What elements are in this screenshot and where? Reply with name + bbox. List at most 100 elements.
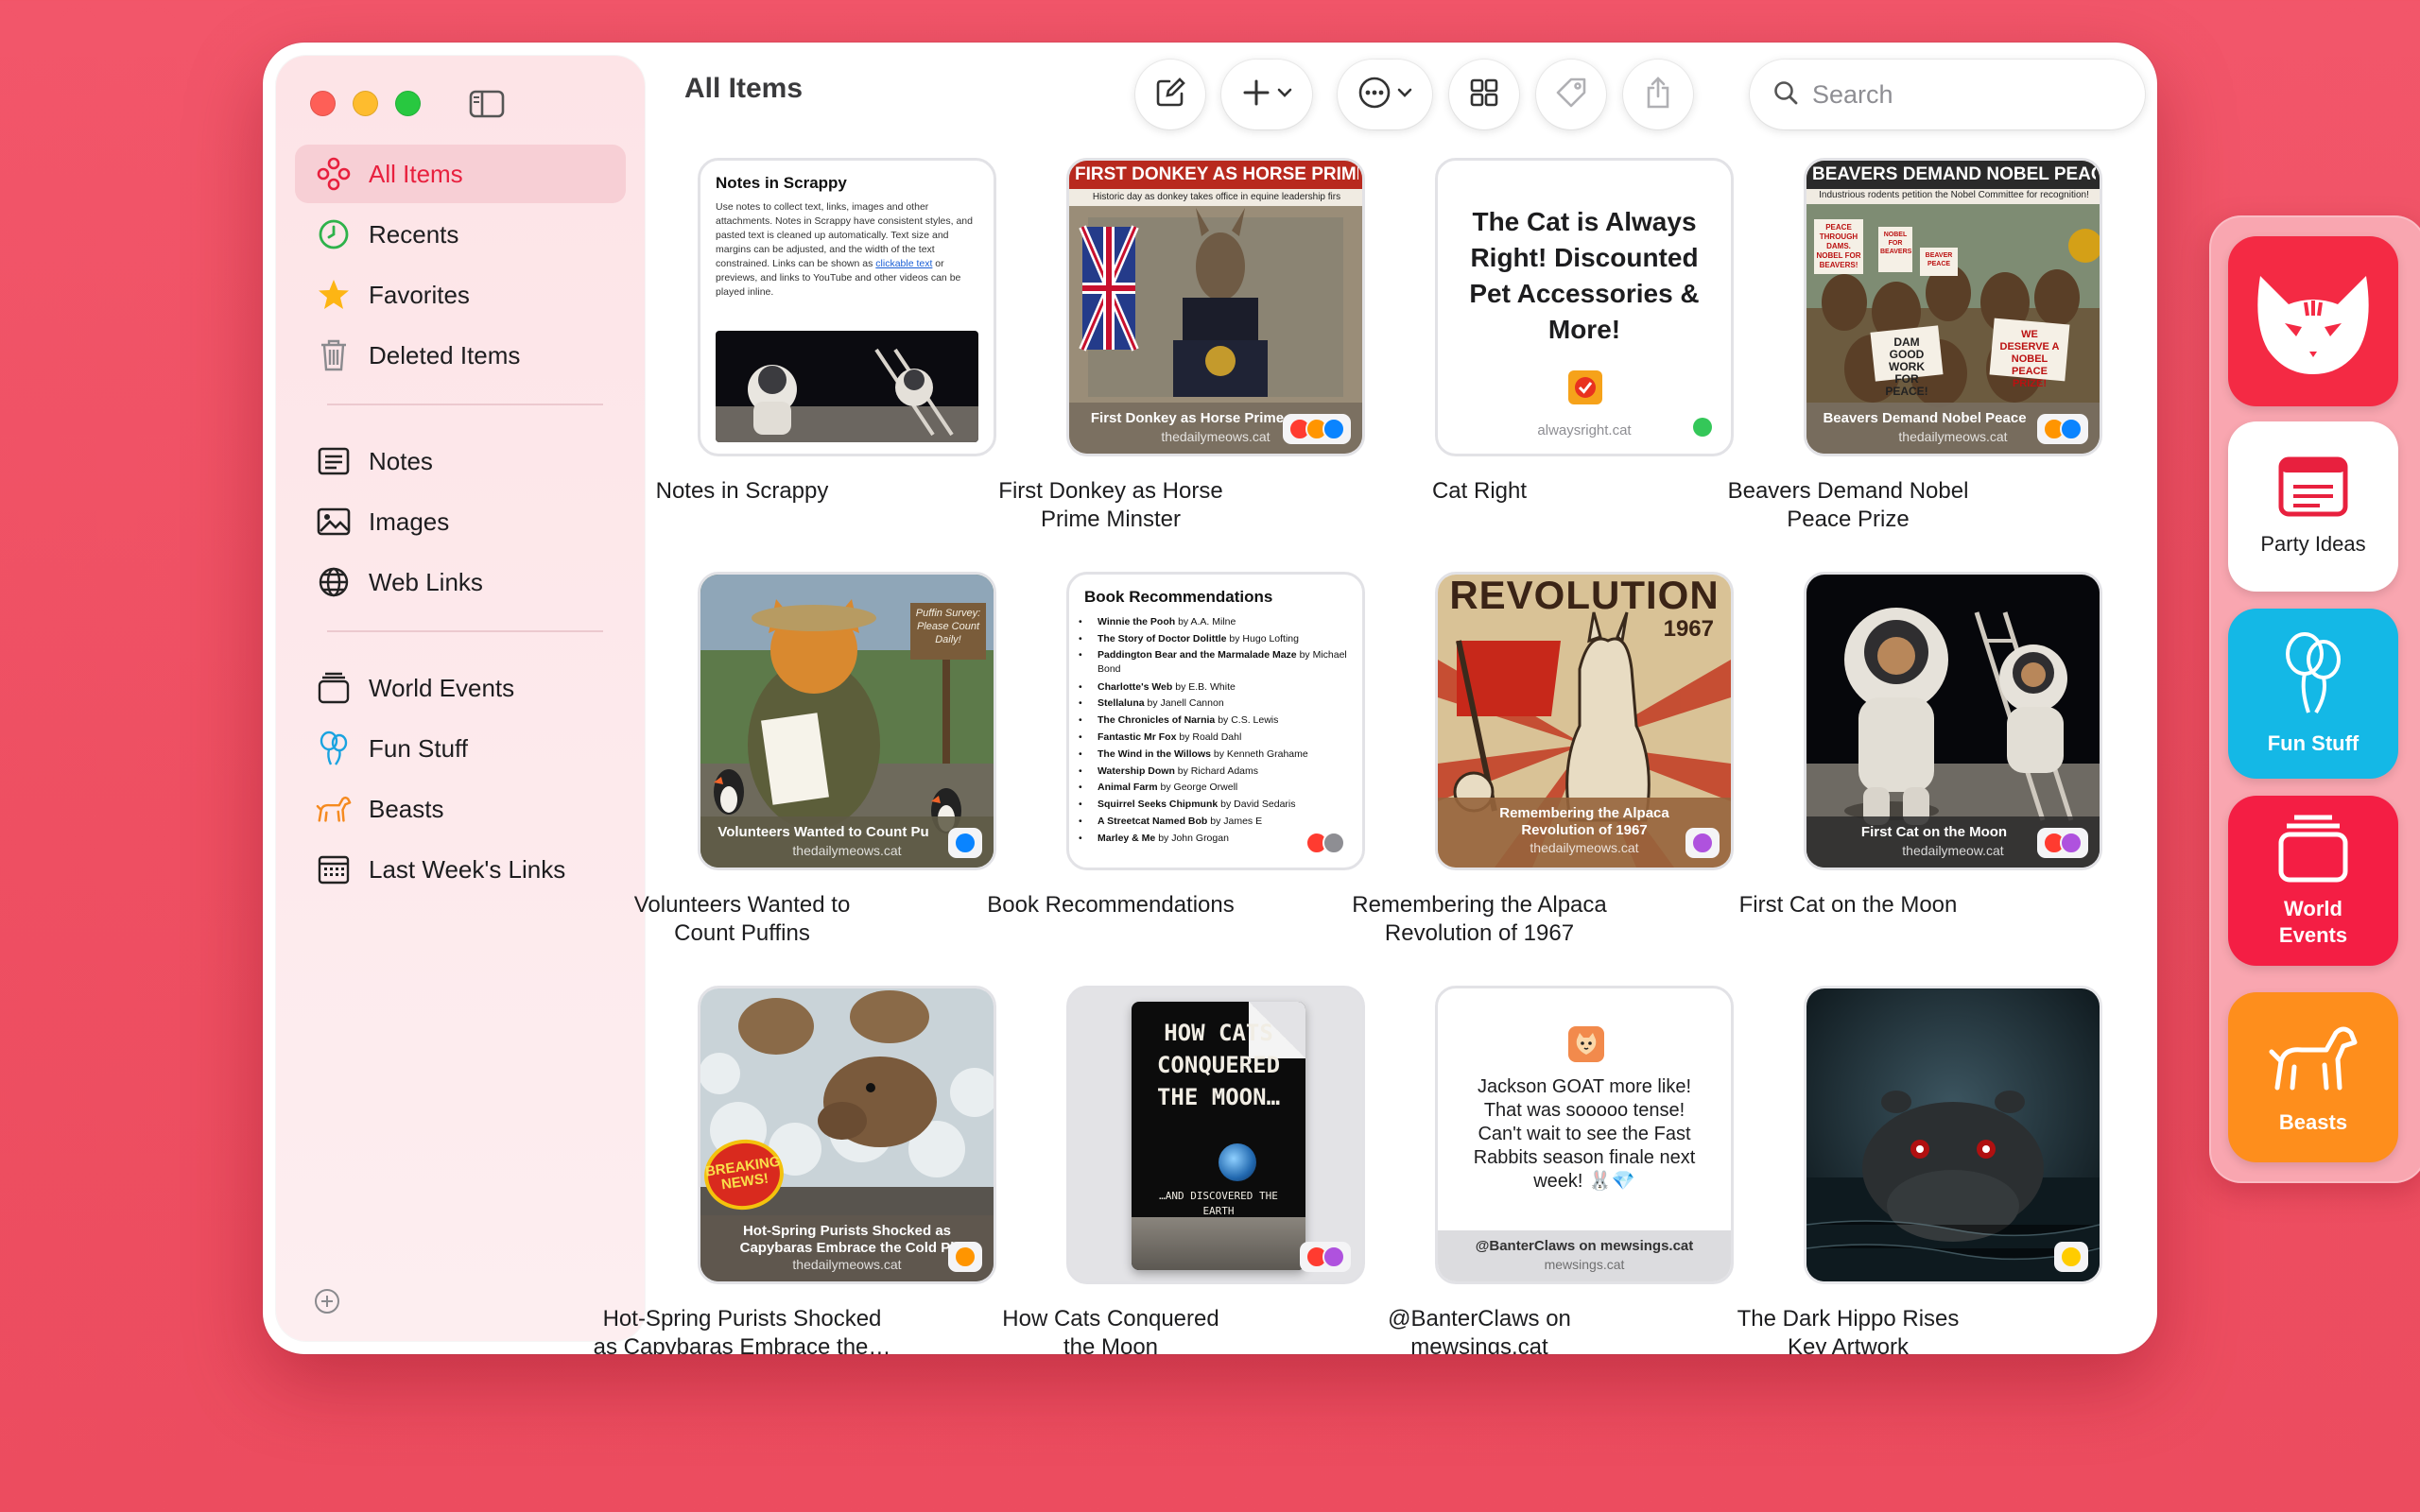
tag-dots — [1685, 828, 1720, 858]
headline-year: 1967 — [1663, 616, 1714, 642]
item-card-how-cats-conquered[interactable]: HOW CATS CONQUERED THE MOON… …AND DISCOV… — [1066, 986, 1365, 1284]
overlay-title: @BanterClaws on mewsings.cat — [1475, 1238, 1694, 1254]
note-image — [716, 331, 978, 442]
sidebar-item-fun-stuff[interactable]: Fun Stuff — [295, 719, 626, 778]
avatar — [1568, 1026, 1604, 1062]
caption-line: First Donkey as Horse — [998, 478, 1223, 504]
sidebar: All Items Recents Favorites Deleted Item… — [276, 56, 645, 1341]
caption-line: Cat Right — [1431, 478, 1528, 504]
site-headline: The Cat is Always Right! Discounted Pet … — [1469, 207, 1700, 344]
tag-dot — [1322, 1246, 1345, 1268]
note-icon — [316, 443, 352, 479]
sign-text: DAM GOOD WORK FOR PEACE! — [1885, 335, 1928, 398]
note-title: Book Recommendations — [1084, 588, 1273, 606]
dock-party-ideas[interactable]: Party Ideas — [2228, 421, 2398, 592]
sidebar-item-last-weeks-links[interactable]: Last Week's Links — [295, 840, 626, 899]
item-card-first-cat-moon[interactable]: First Cat on the Moon thedailymeow.cat — [1804, 572, 2102, 870]
note-link[interactable]: clickable text — [875, 258, 932, 269]
item-caption: First Cat on the Moon — [1664, 891, 2032, 919]
item-card-notes-in-scrappy[interactable]: Notes in Scrappy Use notes to collect te… — [698, 158, 996, 456]
list-item: Stellaluna by Janell Cannon — [1079, 696, 1347, 713]
sign-text: BEAVER PEACE — [1925, 252, 1953, 267]
dock-world-events[interactable]: World Events — [2228, 796, 2398, 966]
item-card-beavers-nobel[interactable]: BEAVERS DEMAND NOBEL PEACE PR Industriou… — [1804, 158, 2102, 456]
item-card-dark-hippo[interactable] — [1804, 986, 2102, 1284]
item-card-banterclaws[interactable]: Jackson GOAT more like! That was sooooo … — [1435, 986, 1734, 1284]
caption-line: Remembering the Alpaca — [1352, 892, 1607, 918]
item-card-first-donkey[interactable]: FIRST DONKEY AS HORSE PRIME M Historic d… — [1066, 158, 1365, 456]
search-input[interactable] — [1810, 78, 2117, 111]
sign-text: PEACE THROUGH DAMS. NOBEL FOR BEAVERS! — [1816, 223, 1861, 269]
note-body: Use notes to collect text, links, images… — [700, 200, 994, 300]
add-collection-icon[interactable] — [314, 1288, 340, 1314]
dock-beasts[interactable]: Beasts — [2228, 992, 2398, 1162]
item-card-book-recommendations[interactable]: Book Recommendations Winnie the Pooh by … — [1066, 572, 1365, 870]
globe-icon — [316, 564, 352, 600]
item-card-count-puffins[interactable]: Puffin Survey: Please Count Daily! Volun… — [698, 572, 996, 870]
sidebar-item-label: Recents — [369, 219, 459, 249]
document-subtitle: …AND DISCOVERED THE EARTH — [1159, 1190, 1278, 1217]
earth-icon — [1219, 1143, 1256, 1181]
sign-text: WE DESERVE A NOBEL PEACE PRIZE! — [1999, 329, 2060, 389]
sidebar-toggle-icon[interactable] — [469, 90, 505, 118]
add-menu-button[interactable] — [1221, 60, 1312, 129]
zoom-button[interactable] — [395, 91, 421, 116]
tag-dot — [1693, 418, 1712, 437]
sidebar-item-deleted-items[interactable]: Deleted Items — [295, 326, 626, 385]
list-item: The Wind in the Willows by Kenneth Graha… — [1079, 747, 1347, 764]
sidebar-item-beasts[interactable]: Beasts — [295, 780, 626, 838]
sidebar-item-world-events[interactable]: World Events — [295, 659, 626, 717]
tag-dot — [954, 1246, 977, 1268]
tag-dot — [2060, 832, 2083, 854]
compose-icon — [1154, 77, 1186, 113]
item-card-alpaca-revolution[interactable]: REVOLUTION 1967 Remembering the Alpaca R… — [1435, 572, 1734, 870]
caption-line: the Moon — [1063, 1334, 1159, 1354]
badge-text: BREAKING NEWS! — [704, 1153, 782, 1194]
headline: REVOLUTION — [1449, 573, 1720, 617]
close-button[interactable] — [310, 91, 336, 116]
trash-icon — [316, 337, 352, 373]
sidebar-item-label: Deleted Items — [369, 340, 521, 369]
share-button[interactable] — [1623, 60, 1693, 129]
all-items-icon — [316, 156, 352, 192]
new-note-button[interactable] — [1135, 60, 1205, 129]
list-item: Winnie the Pooh by A.A. Milne — [1079, 614, 1347, 631]
sidebar-item-label: World Events — [369, 673, 515, 702]
caption-line: Key Artwork — [1787, 1334, 1910, 1354]
caption-line: Notes in Scrappy — [655, 478, 829, 504]
sidebar-item-all-items[interactable]: All Items — [295, 145, 626, 203]
subhead: Industrious rodents petition the Nobel C… — [1819, 190, 2089, 200]
tag-dots — [948, 828, 982, 858]
sidebar-item-recents[interactable]: Recents — [295, 205, 626, 264]
note-title: Notes in Scrappy — [716, 174, 847, 192]
dog-icon — [2268, 1020, 2359, 1102]
tag-dot — [1691, 832, 1714, 854]
dock-scrappy-app[interactable] — [2228, 236, 2398, 406]
site-domain: alwaysright.cat — [1537, 422, 1632, 438]
balloons-icon — [316, 730, 352, 766]
search-field[interactable] — [1750, 60, 2145, 129]
sidebar-item-web-links[interactable]: Web Links — [295, 553, 626, 611]
tag-icon — [1554, 76, 1588, 114]
caption-line: Book Recommendations — [987, 892, 1235, 918]
caption-line: The Dark Hippo Rises — [1737, 1306, 1960, 1332]
caption-line: Count Puffins — [674, 920, 810, 946]
sidebar-divider — [327, 404, 603, 405]
item-card-cat-right[interactable]: The Cat is Always Right! Discounted Pet … — [1435, 158, 1734, 456]
headline: BEAVERS DEMAND NOBEL PEACE PR — [1812, 164, 2096, 184]
minimize-button[interactable] — [353, 91, 378, 116]
list-item: Watership Down by Richard Adams — [1079, 764, 1347, 781]
more-menu-button[interactable] — [1338, 60, 1432, 129]
caption-line: Revolution of 1967 — [1384, 920, 1575, 946]
tag-button[interactable] — [1536, 60, 1606, 129]
list-item: Charlotte's Web by E.B. White — [1079, 679, 1347, 696]
page-title: All Items — [684, 73, 804, 104]
dock-fun-stuff[interactable]: Fun Stuff — [2228, 609, 2398, 779]
item-card-capybaras[interactable]: BREAKING NEWS! Hot-Spring Purists Shocke… — [698, 986, 996, 1284]
link-overlay: @BanterClaws on mewsings.cat mewsings.ca… — [1438, 1230, 1731, 1281]
grid-view-button[interactable] — [1449, 60, 1519, 129]
sidebar-item-label: Fun Stuff — [369, 733, 469, 763]
caption-line: Beavers Demand Nobel — [1727, 478, 1969, 504]
sidebar-item-favorites[interactable]: Favorites — [295, 266, 626, 324]
document-title: HOW CATS CONQUERED THE MOON… — [1156, 1020, 1281, 1110]
